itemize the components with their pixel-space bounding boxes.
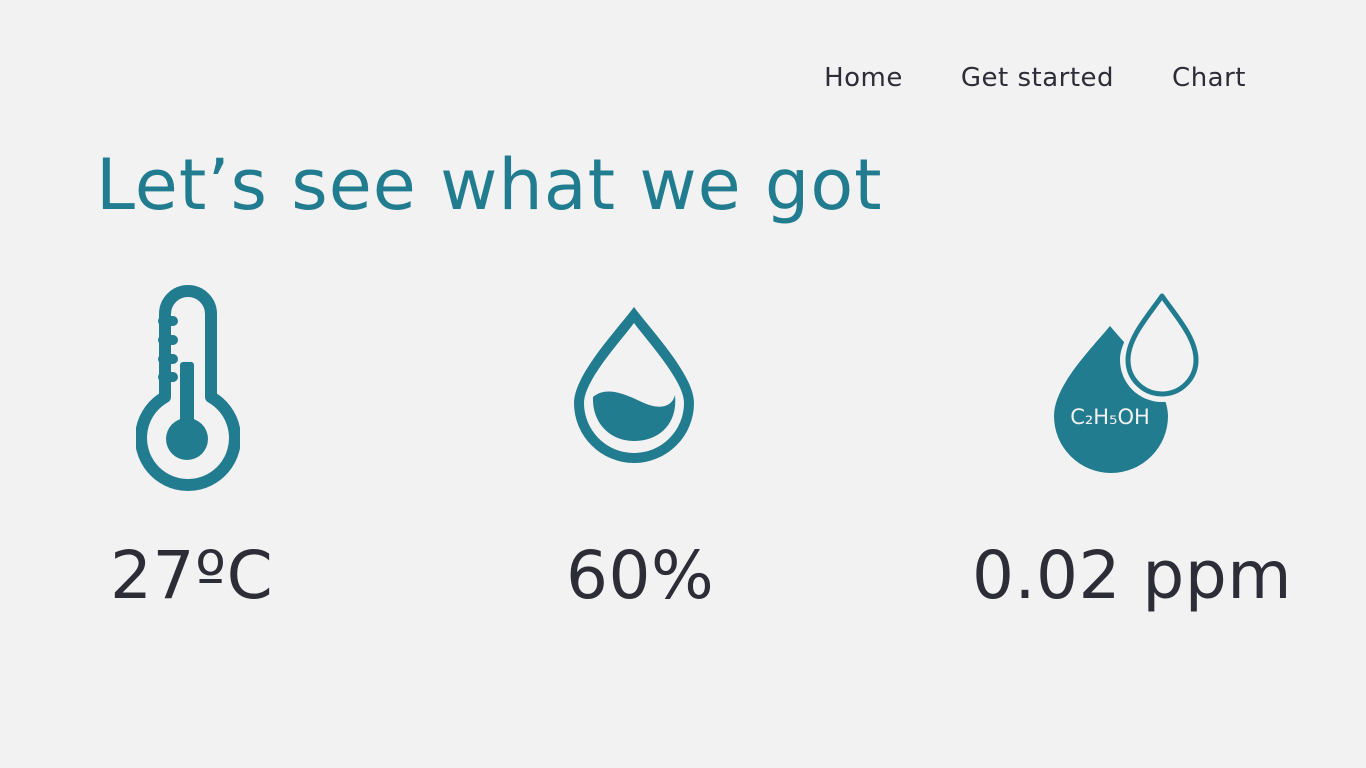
dashboard-page: Home Get started Chart Let’s see what we… xyxy=(0,0,1366,768)
nav-chart-link[interactable]: Chart xyxy=(1172,60,1246,96)
temperature-reading: 27ºC xyxy=(110,537,274,614)
water-drop-icon xyxy=(572,303,696,465)
top-nav: Home Get started Chart xyxy=(824,60,1246,96)
thermometer-icon xyxy=(136,278,240,492)
nav-get-started-link[interactable]: Get started xyxy=(961,60,1114,96)
ethanol-formula: C₂H₅OH xyxy=(1070,405,1150,429)
page-title: Let’s see what we got xyxy=(96,144,883,226)
humidity-reading: 60% xyxy=(566,537,715,614)
ethanol-drops-icon: C₂H₅OH xyxy=(1050,290,1210,480)
alcohol-reading: 0.02 ppm xyxy=(972,537,1293,614)
nav-home-link[interactable]: Home xyxy=(824,60,903,96)
